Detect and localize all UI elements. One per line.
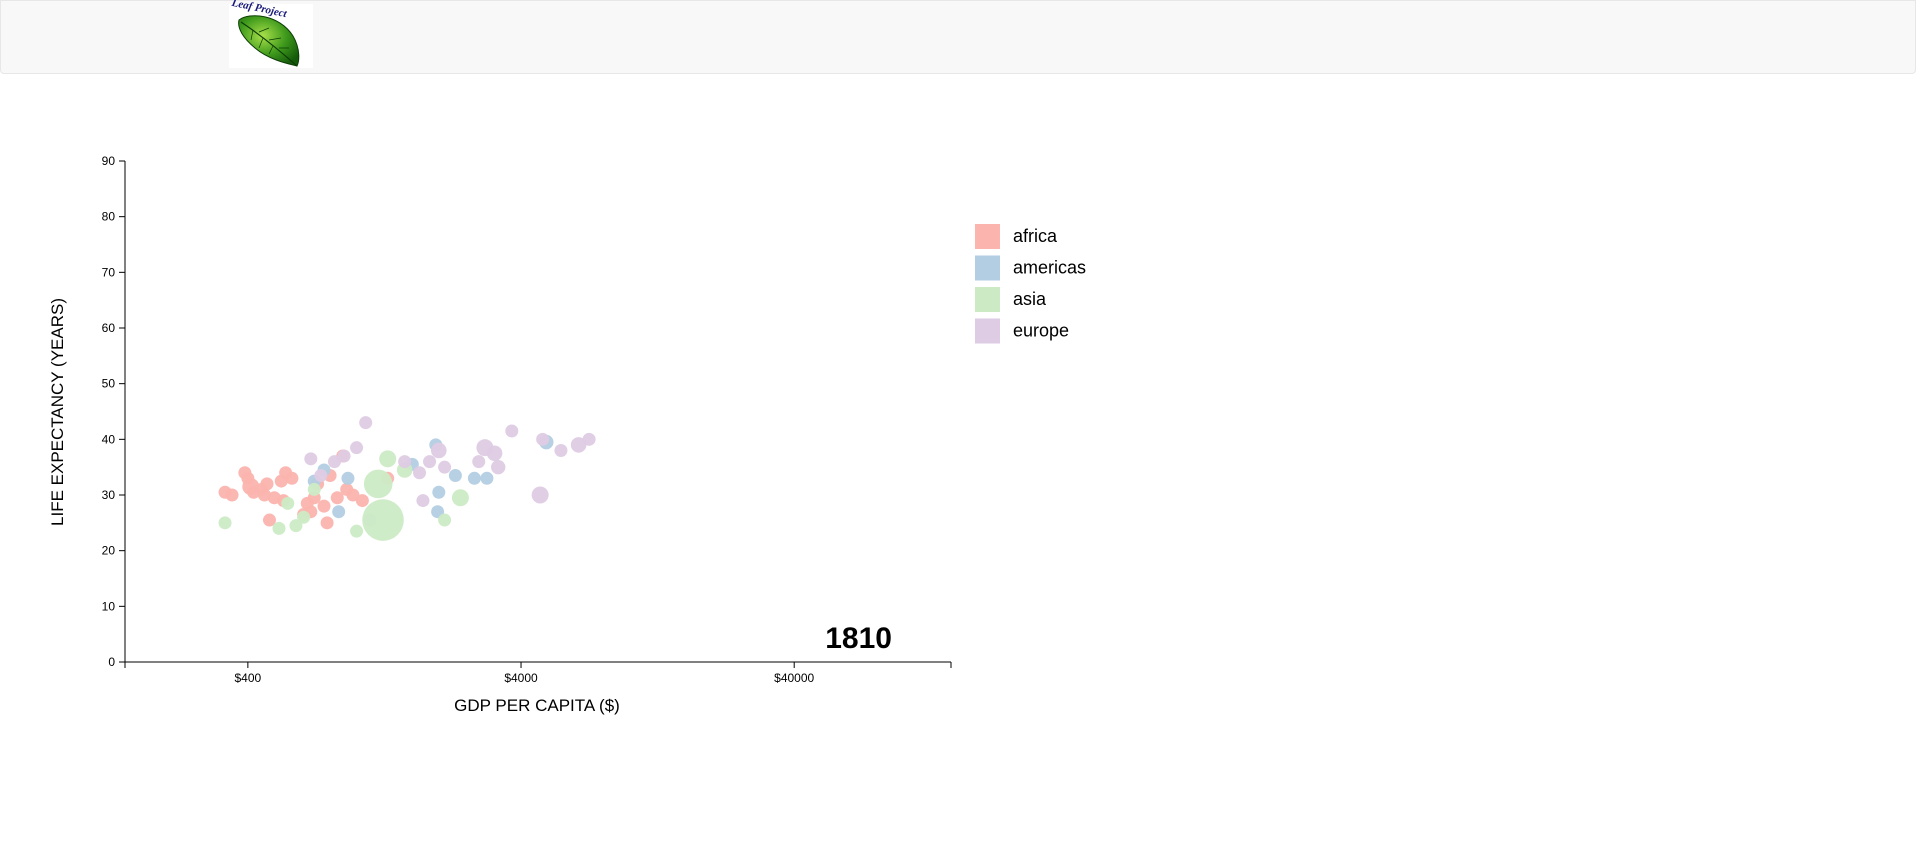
data-point-europe (554, 443, 568, 457)
data-point-europe (350, 441, 364, 455)
y-tick-label: 60 (102, 321, 116, 335)
data-point-europe (531, 486, 549, 504)
legend-swatch-africa (975, 224, 1000, 249)
data-point-europe (536, 432, 550, 446)
data-point-africa (285, 471, 299, 485)
data-point-europe (314, 469, 328, 483)
data-point-asia (379, 450, 397, 468)
data-point-africa (260, 477, 274, 491)
data-point-africa (225, 488, 239, 502)
legend-label-asia: asia (1013, 289, 1047, 309)
data-point-asia (218, 516, 232, 530)
points-layer (218, 416, 596, 541)
data-point-asia (451, 489, 469, 507)
legend-label-europe: europe (1013, 321, 1069, 341)
data-point-europe (423, 455, 437, 469)
data-point-africa (317, 499, 331, 513)
data-point-europe (505, 424, 519, 438)
bubble-chart: $400 $4000 $400000102030405060708090 1810 … (48, 154, 1086, 715)
data-point-asia (281, 496, 295, 510)
y-tick-label: 40 (102, 432, 116, 446)
data-point-europe (486, 445, 503, 462)
x-axis-title: GDP PER CAPITA ($) (454, 696, 620, 715)
legend-label-africa: africa (1013, 226, 1058, 246)
y-tick-label: 20 (102, 544, 116, 558)
data-point-europe (430, 442, 447, 459)
data-point-americas (480, 471, 494, 485)
y-tick-label: 0 (108, 655, 115, 669)
y-axis-title: LIFE EXPECTANCY (YEARS) (48, 298, 67, 526)
data-point-asia (362, 499, 404, 541)
data-point-asia (307, 482, 321, 496)
y-tick-label: 30 (102, 488, 116, 502)
data-point-americas (467, 471, 481, 485)
legend-swatch-asia (975, 287, 1000, 312)
data-point-africa (355, 494, 369, 508)
y-tick-label: 70 (102, 265, 116, 279)
data-point-americas (341, 471, 355, 485)
data-point-asia (297, 510, 311, 524)
axes-layer: $400 $4000 $40000 0 10 20 30 40 50 60 70 80 90 (102, 154, 952, 685)
data-point-asia (438, 513, 452, 527)
data-point-africa (320, 516, 334, 530)
y-tick-label: 90 (102, 154, 116, 168)
data-point-americas (432, 485, 446, 499)
x-tick-label: $4000 (504, 671, 538, 685)
data-point-asia (350, 524, 364, 538)
data-point-asia (272, 521, 286, 535)
data-point-europe (413, 466, 427, 480)
year-label: 1810 (825, 622, 892, 655)
data-point-europe (416, 494, 430, 508)
legend-swatch-americas (975, 255, 1000, 281)
data-point-europe (398, 455, 412, 469)
legend-label-americas: americas (1013, 258, 1086, 278)
data-point-americas (448, 469, 462, 483)
legend-swatch-europe (975, 318, 1000, 344)
legend: africa americas asia europe (975, 224, 1086, 344)
data-point-europe (582, 432, 596, 446)
y-tick-label: 80 (102, 210, 116, 224)
data-point-europe (438, 460, 452, 474)
data-point-europe (304, 452, 318, 466)
data-point-americas (332, 505, 346, 519)
x-tick-label: $400 (235, 671, 262, 685)
y-tick-label: 10 (102, 599, 116, 613)
data-point-europe (337, 449, 351, 463)
y-tick-label: 50 (102, 377, 116, 391)
data-point-asia (363, 469, 393, 499)
x-tick-label: $40000 (774, 671, 814, 685)
data-point-europe (491, 459, 506, 475)
data-point-europe (472, 455, 486, 469)
data-point-europe (359, 416, 373, 430)
